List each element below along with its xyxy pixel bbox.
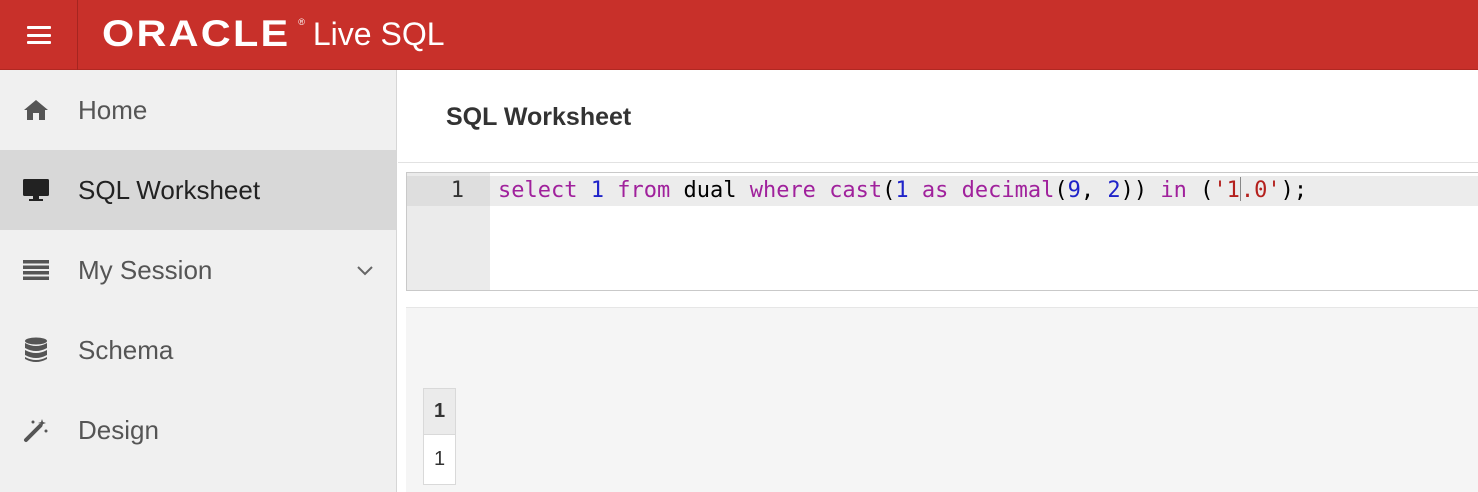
sql-keyword: select [498, 178, 578, 203]
sql-keyword: in [1160, 178, 1187, 203]
line-number: 1 [407, 176, 490, 206]
sql-editor[interactable]: 1 select 1 from dual where cast(1 as dec… [406, 172, 1478, 291]
sidebar-item-home[interactable]: Home [0, 70, 396, 150]
page-title: SQL Worksheet [446, 103, 632, 131]
sql-text: )) [1120, 178, 1161, 203]
sql-string: .0' [1240, 178, 1281, 203]
sql-number: 1 [895, 178, 909, 203]
sql-number: 2 [1107, 178, 1121, 203]
sql-keyword: from [617, 178, 671, 203]
sidebar-item-sql-worksheet[interactable]: SQL Worksheet [0, 150, 396, 230]
sidebar-nav: Home SQL Worksheet My Session Schema Des… [0, 70, 397, 492]
sql-string: '1 [1213, 178, 1240, 203]
sidebar-item-label: Schema [78, 334, 174, 365]
home-icon [22, 96, 50, 124]
sql-text: ( [1186, 178, 1214, 203]
sql-text: ( [882, 178, 896, 203]
list-icon [22, 256, 50, 284]
results-panel: 1 1 [406, 307, 1478, 492]
chevron-down-icon[interactable] [356, 261, 374, 279]
sidebar-item-design[interactable]: Design [0, 390, 396, 470]
sql-text: ); [1280, 178, 1308, 203]
sql-text: ( [1054, 178, 1068, 203]
sidebar-item-label: My Session [78, 254, 213, 285]
sidebar-item-label: Design [78, 414, 159, 445]
database-icon [22, 336, 50, 364]
column-header[interactable]: 1 [423, 388, 456, 435]
registered-mark: ® [298, 17, 305, 27]
menu-toggle-button[interactable] [0, 0, 78, 70]
oracle-logo-text: ORACLE [102, 13, 291, 54]
sql-keyword: decimal [961, 178, 1055, 203]
main-content: SQL Worksheet 1 select 1 from dual where… [398, 70, 1478, 492]
magic-wand-icon [22, 416, 50, 444]
sidebar-item-label: Home [78, 94, 148, 125]
results-table: 1 1 [423, 388, 456, 485]
sql-keyword: cast [829, 178, 883, 203]
sidebar-item-schema[interactable]: Schema [0, 310, 396, 390]
divider [398, 162, 1478, 163]
sql-keyword: where [749, 178, 816, 203]
table-cell: 1 [423, 434, 456, 485]
top-header: ORACLE ® Live SQL [0, 0, 1478, 70]
monitor-icon [22, 176, 50, 204]
sql-number: 1 [590, 178, 604, 203]
sql-keyword: as [921, 178, 949, 203]
sidebar-item-my-session[interactable]: My Session [0, 230, 396, 310]
product-name: Live SQL [312, 15, 445, 52]
sidebar-item-label: SQL Worksheet [78, 174, 261, 205]
code-line[interactable]: select 1 from dual where cast(1 as decim… [490, 176, 1478, 206]
sql-number: 9 [1067, 178, 1081, 203]
sql-text: , [1080, 178, 1108, 203]
brand-logo[interactable]: ORACLE ® Live SQL [102, 9, 445, 59]
hamburger-menu-icon [26, 26, 51, 44]
sql-text: dual [670, 178, 750, 203]
table-row: 1 [423, 434, 456, 485]
